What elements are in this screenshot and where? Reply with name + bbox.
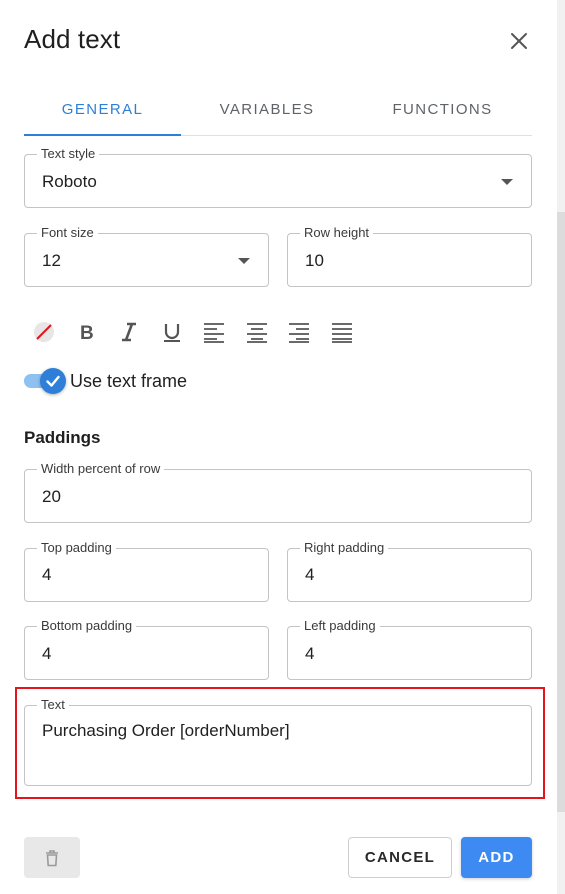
highlight-box <box>15 687 545 799</box>
svg-text:B: B <box>80 323 94 343</box>
width-percent-label: Width percent of row <box>37 461 165 477</box>
align-justify-icon <box>331 323 352 343</box>
tab-general[interactable]: GENERAL <box>24 84 181 136</box>
align-center-icon <box>246 323 267 343</box>
underline-button[interactable] <box>158 318 186 346</box>
tab-variables[interactable]: VARIABLES <box>181 84 353 135</box>
add-button[interactable]: ADD <box>461 837 532 878</box>
cancel-button[interactable]: CANCEL <box>348 837 452 878</box>
close-icon <box>511 33 527 49</box>
align-justify-button[interactable] <box>328 318 356 346</box>
tab-bar: GENERAL VARIABLES FUNCTIONS <box>24 84 532 136</box>
delete-icon <box>46 849 58 866</box>
formatting-toolbar: B <box>30 318 370 346</box>
bottom-padding-value: 4 <box>42 644 52 663</box>
underline-icon <box>163 324 180 342</box>
right-padding-value: 4 <box>305 565 315 584</box>
align-center-button[interactable] <box>243 318 271 346</box>
width-percent-input[interactable]: Width percent of row 20 <box>24 461 532 523</box>
bottom-padding-label: Bottom padding <box>37 618 137 634</box>
align-left-icon <box>204 323 224 343</box>
text-style-value: Roboto <box>42 172 97 191</box>
left-padding-label: Left padding <box>300 618 380 634</box>
row-height-value: 10 <box>305 251 324 270</box>
font-size-value: 12 <box>42 251 61 270</box>
top-padding-label: Top padding <box>37 540 116 556</box>
width-percent-value: 20 <box>42 487 61 506</box>
chevron-down-icon <box>501 179 513 185</box>
close-button[interactable] <box>504 26 534 56</box>
scrollbar-thumb[interactable] <box>557 212 565 812</box>
align-right-button[interactable] <box>285 318 313 346</box>
tab-functions[interactable]: FUNCTIONS <box>353 84 532 135</box>
italic-icon <box>122 322 136 342</box>
toggle-thumb[interactable] <box>40 368 66 394</box>
add-text-dialog: Add text GENERAL VARIABLES FUNCTIONS Tex… <box>0 0 565 894</box>
bottom-padding-input[interactable]: Bottom padding 4 <box>24 618 269 680</box>
top-padding-value: 4 <box>42 565 52 584</box>
font-size-label: Font size <box>37 225 98 241</box>
right-padding-input[interactable]: Right padding 4 <box>287 540 532 602</box>
toggle-track[interactable] <box>24 368 66 394</box>
left-padding-input[interactable]: Left padding 4 <box>287 618 532 680</box>
text-style-label: Text style <box>37 146 100 162</box>
text-color-button[interactable] <box>30 318 58 346</box>
paddings-title: Paddings <box>24 428 101 447</box>
italic-button[interactable] <box>115 318 143 346</box>
checkmark-icon <box>46 375 60 387</box>
left-padding-value: 4 <box>305 644 315 663</box>
chevron-down-icon <box>238 258 250 264</box>
row-height-input[interactable]: Row height 10 <box>287 225 532 287</box>
align-left-button[interactable] <box>200 318 228 346</box>
no-color-icon <box>34 322 54 342</box>
row-height-label: Row height <box>300 225 374 241</box>
dialog-title: Add text <box>24 24 121 54</box>
text-frame-label: Use text frame <box>70 370 188 391</box>
text-frame-toggle[interactable]: Use text frame <box>24 366 187 396</box>
font-size-select[interactable]: Font size 12 <box>24 225 269 287</box>
text-style-select[interactable]: Text style Roboto <box>24 146 532 208</box>
bold-button[interactable]: B <box>73 318 101 346</box>
top-padding-input[interactable]: Top padding 4 <box>24 540 269 602</box>
bold-icon: B <box>80 323 94 343</box>
delete-button[interactable] <box>24 837 80 878</box>
right-padding-label: Right padding <box>300 540 389 556</box>
align-right-icon <box>289 323 309 343</box>
